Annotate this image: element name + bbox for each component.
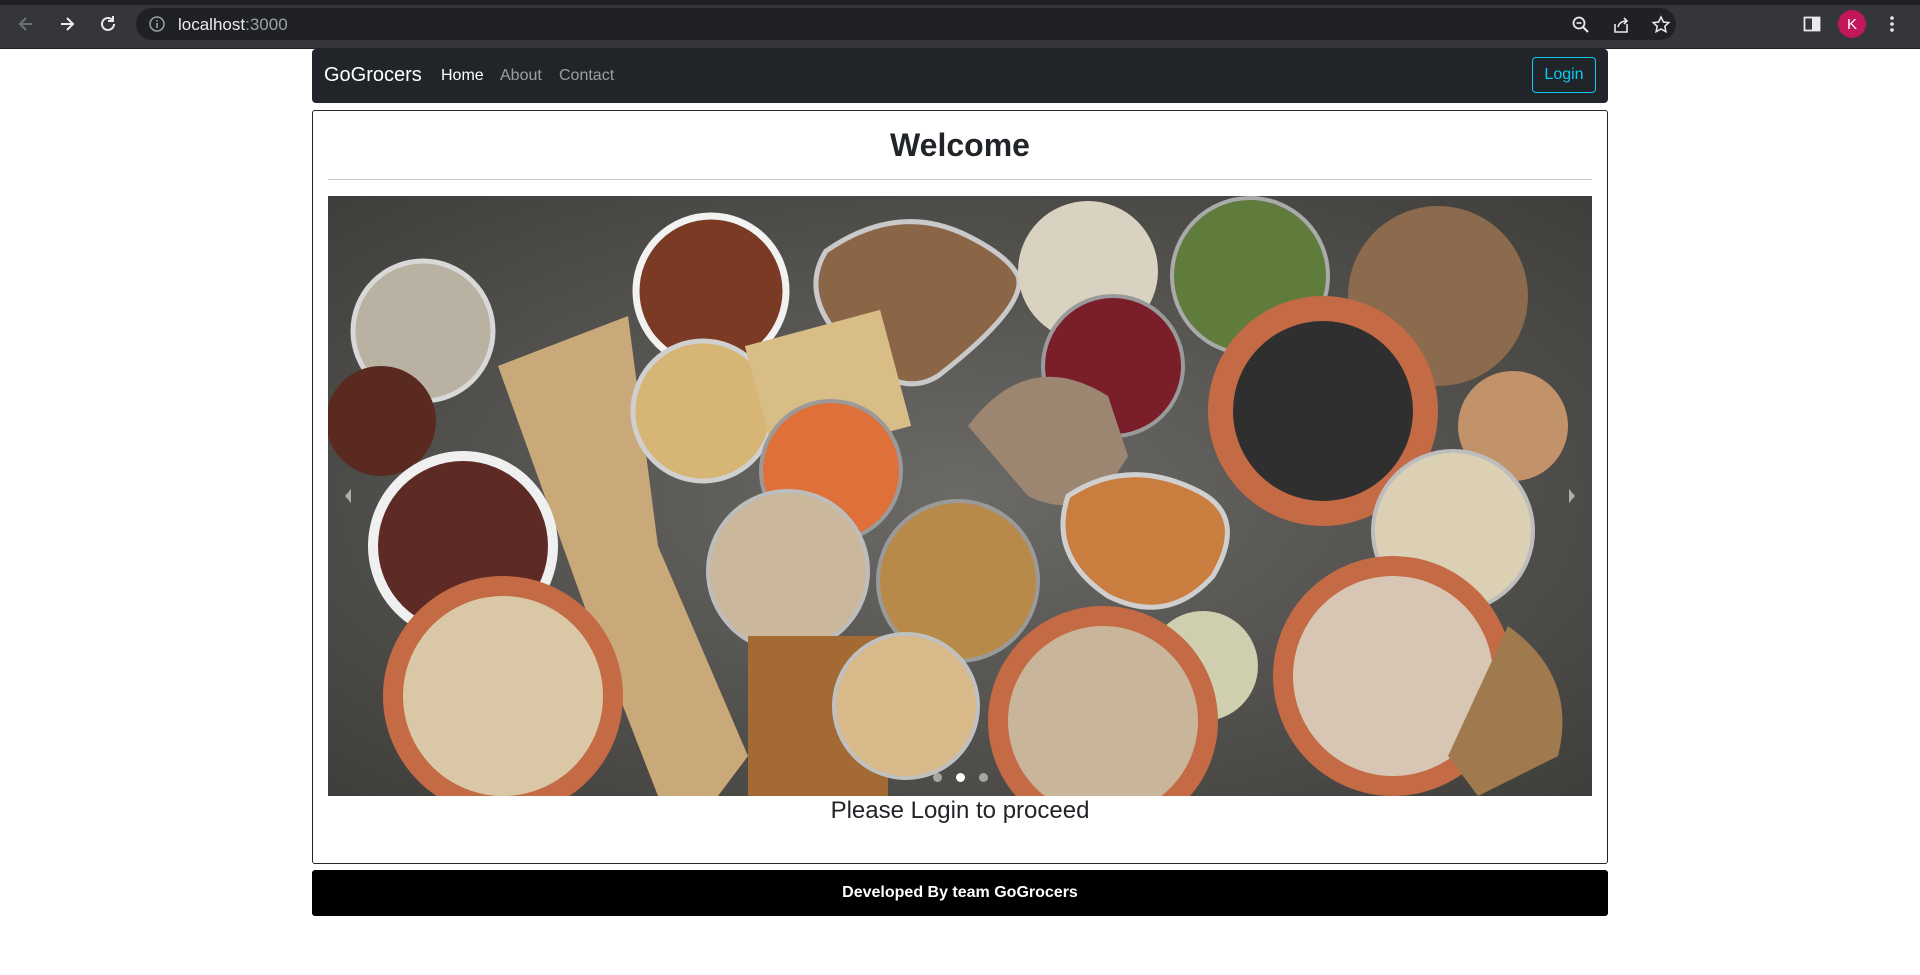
kebab-menu-icon[interactable] xyxy=(1880,12,1904,36)
carousel-indicator-3[interactable] xyxy=(978,773,988,782)
nav-link-about[interactable]: About xyxy=(500,67,542,85)
bookmark-star-icon[interactable] xyxy=(1650,14,1672,36)
chevron-right-icon xyxy=(1569,489,1575,503)
profile-avatar[interactable]: K xyxy=(1838,10,1866,38)
back-button[interactable] xyxy=(10,10,42,38)
carousel-prev-button[interactable] xyxy=(328,196,368,796)
forward-arrow-icon xyxy=(61,17,75,31)
carousel-slide-image xyxy=(328,196,1592,796)
url-host: localhost xyxy=(178,15,246,34)
chevron-left-icon xyxy=(345,489,351,503)
side-panel-icon[interactable] xyxy=(1800,12,1824,36)
tab-strip xyxy=(0,0,1920,5)
reload-button[interactable] xyxy=(92,10,124,38)
site-navbar: GoGrocers Home About Contact Login xyxy=(312,49,1608,103)
brand-logo[interactable]: GoGrocers xyxy=(324,64,422,87)
url-text: localhost:3000 xyxy=(178,15,288,35)
address-bar[interactable]: localhost:3000 xyxy=(136,8,1676,40)
divider xyxy=(328,179,1592,180)
back-arrow-icon xyxy=(18,17,32,31)
nav-link-home[interactable]: Home xyxy=(441,67,484,85)
carousel-indicator-1[interactable] xyxy=(932,773,942,782)
login-button[interactable]: Login xyxy=(1532,57,1596,93)
welcome-card: Welcome Please Login to proceed xyxy=(312,110,1608,864)
share-icon[interactable] xyxy=(1610,14,1632,36)
site-footer: Developed By team GoGrocers xyxy=(312,870,1608,916)
image-carousel xyxy=(328,196,1592,796)
forward-button[interactable] xyxy=(51,10,83,38)
page-title: Welcome xyxy=(890,127,1030,163)
zoom-icon[interactable] xyxy=(1570,14,1592,36)
footer-text: Developed By team GoGrocers xyxy=(842,884,1078,901)
carousel-next-button[interactable] xyxy=(1552,196,1592,796)
carousel-indicator-2[interactable] xyxy=(955,773,965,782)
url-port: :3000 xyxy=(245,15,288,34)
browser-toolbar: localhost:3000 K xyxy=(0,0,1920,49)
site-info-icon[interactable] xyxy=(148,15,166,38)
carousel-indicators xyxy=(328,773,1592,782)
login-prompt-text: Please Login to proceed xyxy=(830,797,1090,824)
nav-link-contact[interactable]: Contact xyxy=(559,67,614,85)
reload-icon xyxy=(101,16,115,31)
